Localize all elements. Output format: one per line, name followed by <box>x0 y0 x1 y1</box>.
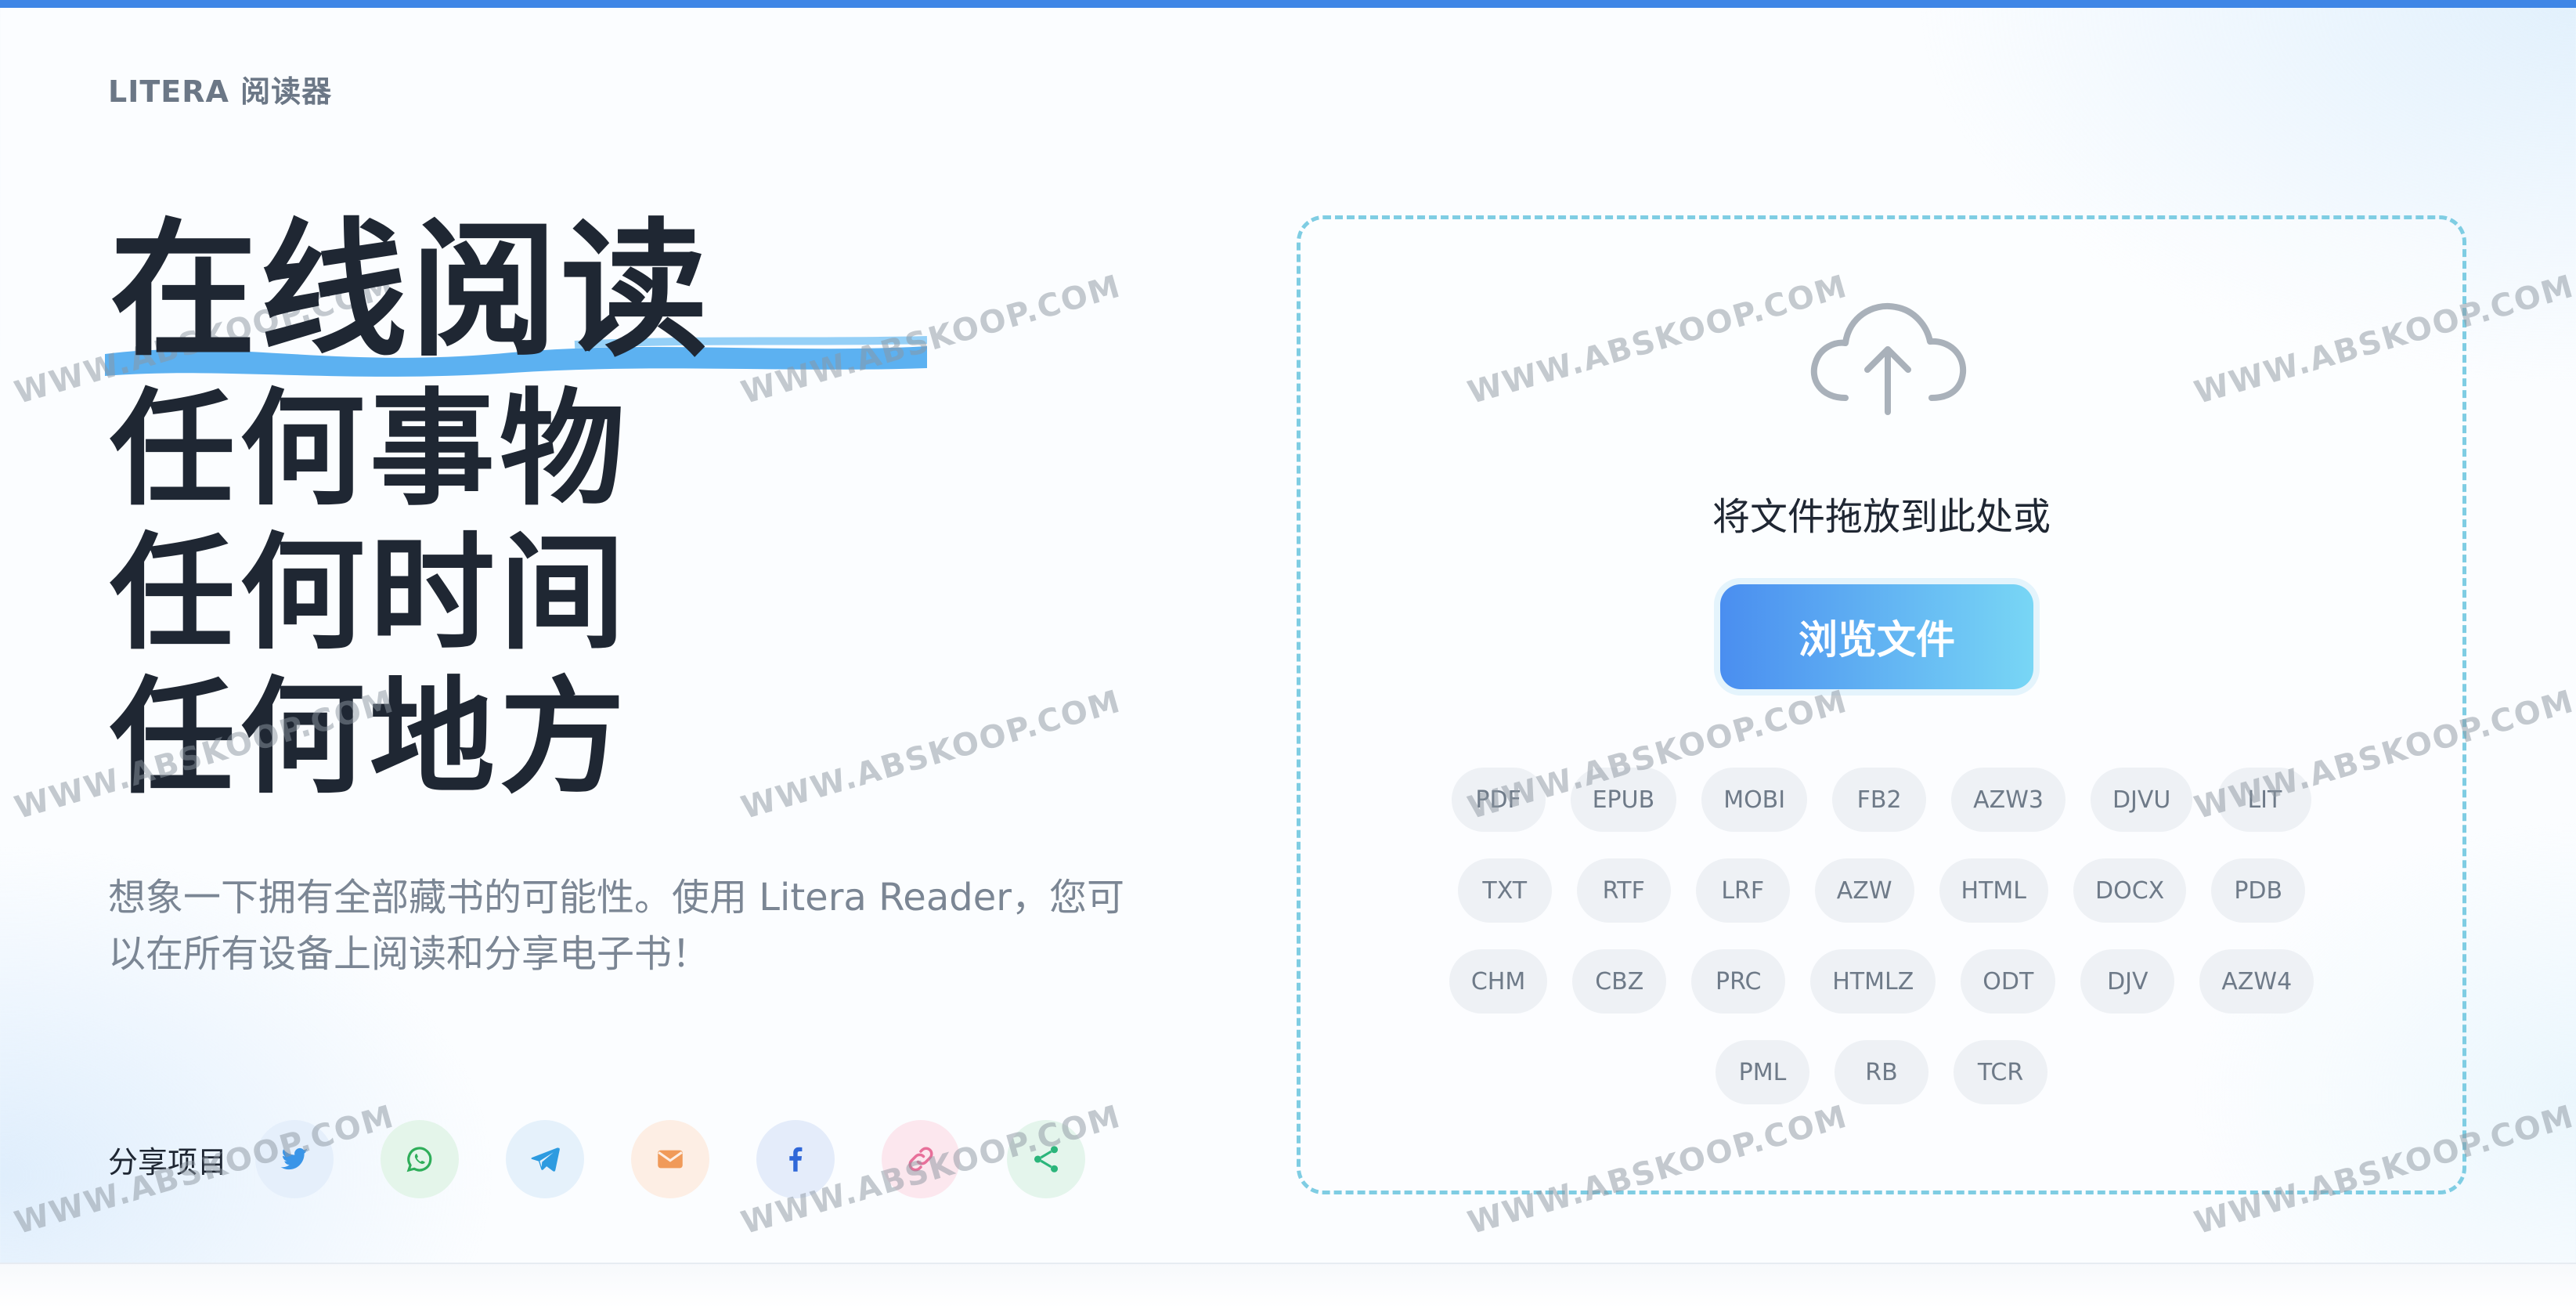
format-row: TXT RTF LRF AZW HTML DOCX PDB <box>1301 858 2462 923</box>
share-twitter-button[interactable] <box>255 1120 334 1198</box>
format-chip: PML <box>1716 1040 1809 1104</box>
format-chip: RTF <box>1576 858 1671 923</box>
format-chip: DOCX <box>2073 858 2187 923</box>
share-more-button[interactable] <box>1007 1120 1086 1198</box>
watermark: WWW.ABSKOOP.COM <box>737 268 1125 412</box>
drop-instruction: 将文件拖放到此处或 <box>1712 495 2051 539</box>
hero-line-1: 在线阅读 <box>105 205 927 378</box>
format-chip: PDF <box>1451 768 1546 832</box>
share-copy-link-button[interactable] <box>882 1120 961 1198</box>
format-chip: EPUB <box>1570 768 1677 832</box>
share-facebook-button[interactable] <box>756 1120 835 1198</box>
format-chip: FB2 <box>1832 768 1927 832</box>
twitter-icon <box>280 1147 308 1170</box>
format-chip: HTML <box>1939 858 2048 923</box>
format-chip: CHM <box>1449 949 1548 1014</box>
telegram-icon <box>531 1147 560 1172</box>
share-telegram-button[interactable] <box>506 1120 585 1198</box>
cloud-upload-icon <box>1810 302 1967 415</box>
hero-line-3: 任何时间 <box>110 520 630 667</box>
format-chip: AZW <box>1814 858 1914 923</box>
share-bar: 分享项目 <box>108 1120 1132 1198</box>
format-chip: PDB <box>2211 858 2306 923</box>
format-chip: CBZ <box>1572 949 1667 1014</box>
watermark: WWW.ABSKOOP.COM <box>737 683 1125 827</box>
file-drop-zone[interactable]: 将文件拖放到此处或 浏览文件 PDF EPUB MOBI FB2 AZW3 DJ… <box>1297 215 2466 1194</box>
share-label: 分享项目 <box>108 1144 228 1180</box>
top-accent-bar <box>0 0 2576 8</box>
format-row: PML RB TCR <box>1301 1040 2462 1104</box>
format-chip: PRC <box>1691 949 1786 1014</box>
hero-line-2: 任何事物 <box>110 376 630 522</box>
format-chip: AZW4 <box>2199 949 2314 1014</box>
format-chip: MOBI <box>1701 768 1808 832</box>
footer-strip <box>0 1264 2576 1308</box>
share-email-button[interactable] <box>631 1120 710 1198</box>
link-icon <box>908 1147 933 1172</box>
format-row: CHM CBZ PRC HTMLZ ODT DJV AZW4 <box>1301 949 2462 1014</box>
format-row: PDF EPUB MOBI FB2 AZW3 DJVU LIT <box>1301 768 2462 832</box>
format-chip: RB <box>1835 1040 1928 1104</box>
format-chip: HTMLZ <box>1810 949 1936 1014</box>
format-chip: LIT <box>2217 768 2312 832</box>
format-chip: AZW3 <box>1951 768 2065 832</box>
facebook-icon <box>789 1147 803 1172</box>
hero-description: 想象一下拥有全部藏书的可能性。使用 Litera Reader，您可以在所有设备… <box>108 876 1124 976</box>
hero-title: 在线阅读 任何事物 任何时间 任何地方 <box>105 205 927 811</box>
share-icon <box>1034 1146 1059 1173</box>
brand-logo-text: LITERA 阅读器 <box>108 74 333 109</box>
browse-files-button[interactable]: 浏览文件 <box>1720 584 2033 689</box>
format-chip: TCR <box>1954 1040 2047 1104</box>
format-chip: TXT <box>1457 858 1552 923</box>
format-chip: ODT <box>1961 949 2056 1014</box>
hero-line-4: 任何地方 <box>110 664 630 811</box>
share-whatsapp-button[interactable] <box>381 1120 460 1198</box>
format-chip: DJVU <box>2090 768 2193 832</box>
whatsapp-icon <box>406 1147 432 1173</box>
email-icon <box>658 1150 683 1169</box>
format-chip: LRF <box>1695 858 1790 923</box>
format-chip: DJV <box>2080 949 2175 1014</box>
